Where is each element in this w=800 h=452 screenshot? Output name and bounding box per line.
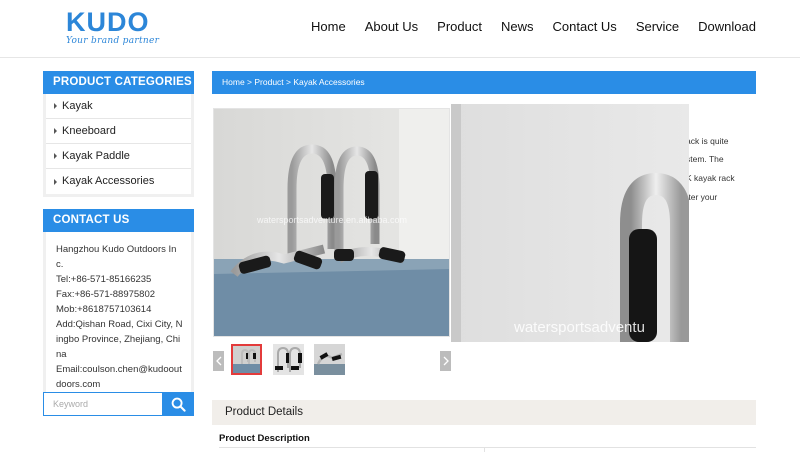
- category-label: Kayak: [62, 99, 93, 112]
- contact-tel: Tel:+86-571-85166235: [56, 274, 152, 285]
- thumb-next-button[interactable]: [440, 351, 451, 371]
- nav-download[interactable]: Download: [698, 19, 756, 34]
- breadcrumb: Home > Product > Kayak Accessories: [212, 71, 756, 94]
- kayak-rack-photo: watersportsadventure.en.alibaba.com: [214, 109, 449, 336]
- table-border: [219, 447, 756, 448]
- main-nav: Home About Us Product News Contact Us Se…: [292, 19, 756, 34]
- category-item-kayak[interactable]: Kayak: [46, 94, 191, 119]
- tab-product-details[interactable]: Product Details: [212, 400, 756, 425]
- caret-right-icon: [54, 103, 57, 109]
- categories-heading: PRODUCT CATEGORIES: [43, 71, 194, 94]
- thumbnail-3[interactable]: [314, 344, 345, 375]
- description-text: K kayak rack: [686, 173, 735, 183]
- search-button[interactable]: [163, 392, 194, 416]
- contact-email[interactable]: Email:coulson.chen@kudooutdoors.com: [56, 362, 183, 392]
- sidebar: PRODUCT CATEGORIES Kayak Kneeboard Kayak…: [43, 71, 194, 407]
- nav-home[interactable]: Home: [311, 19, 346, 34]
- description-text: ack is quite: [686, 136, 729, 146]
- contact-address: Add:Qishan Road, Cixi City, Ningbo Provi…: [56, 319, 183, 360]
- caret-right-icon: [54, 128, 57, 134]
- category-label: Kayak Accessories: [62, 175, 155, 187]
- contact-fax: Fax:+86-571-88975802: [56, 289, 156, 300]
- thumbnail-photo: [233, 346, 260, 373]
- brand-tagline: Your brand partner: [66, 36, 160, 46]
- category-label: Kneeboard: [62, 124, 116, 137]
- nav-service[interactable]: Service: [636, 19, 679, 34]
- caret-right-icon: [54, 178, 57, 185]
- thumbnail-photo: [273, 344, 304, 375]
- product-description-heading: Product Description: [219, 433, 310, 444]
- thumbnail-strip: [213, 344, 451, 378]
- chevron-right-icon: [443, 356, 449, 366]
- site-header: KUDO Your brand partner Home About Us Pr…: [0, 0, 800, 58]
- product-main-image[interactable]: watersportsadventure.en.alibaba.com: [213, 108, 450, 337]
- category-item-kneeboard[interactable]: Kneeboard: [46, 119, 191, 144]
- search-box: [43, 392, 194, 416]
- thumbnail-2[interactable]: [273, 344, 304, 375]
- thumbnail-photo: [314, 344, 345, 375]
- zoom-watermark: watersportsadventu: [513, 319, 645, 336]
- nav-product[interactable]: Product: [437, 19, 482, 34]
- search-icon: [171, 397, 186, 412]
- description-text: tter your: [686, 192, 718, 202]
- chevron-left-icon: [215, 356, 221, 366]
- image-watermark: watersportsadventure.en.alibaba.com: [256, 215, 407, 225]
- nav-contact-us[interactable]: Contact Us: [553, 19, 617, 34]
- thumb-prev-button[interactable]: [213, 351, 224, 371]
- kayak-rack-zoom-photo: watersportsadventu: [451, 104, 689, 342]
- search-input[interactable]: [43, 392, 163, 416]
- caret-right-icon: [54, 153, 57, 159]
- product-zoom-image: watersportsadventu: [451, 104, 689, 342]
- description-text: stem. The: [686, 154, 724, 164]
- brand-logo[interactable]: KUDO Your brand partner: [66, 8, 159, 46]
- nav-news[interactable]: News: [501, 19, 534, 34]
- brand-name: KUDO: [66, 7, 150, 37]
- contact-info: Hangzhou Kudo Outdoors Inc. Tel:+86-571-…: [43, 232, 194, 407]
- contact-company: Hangzhou Kudo Outdoors Inc.: [56, 244, 177, 270]
- category-item-kayak-accessories[interactable]: Kayak Accessories: [46, 169, 191, 194]
- contact-mob: Mob:+8618757103614: [56, 304, 152, 315]
- category-label: Kayak Paddle: [62, 149, 130, 162]
- category-list: Kayak Kneeboard Kayak Paddle Kayak Acces…: [43, 94, 194, 197]
- contact-heading: CONTACT US: [43, 209, 194, 232]
- category-item-kayak-paddle[interactable]: Kayak Paddle: [46, 144, 191, 169]
- thumbnail-1[interactable]: [231, 344, 262, 375]
- nav-about-us[interactable]: About Us: [365, 19, 418, 34]
